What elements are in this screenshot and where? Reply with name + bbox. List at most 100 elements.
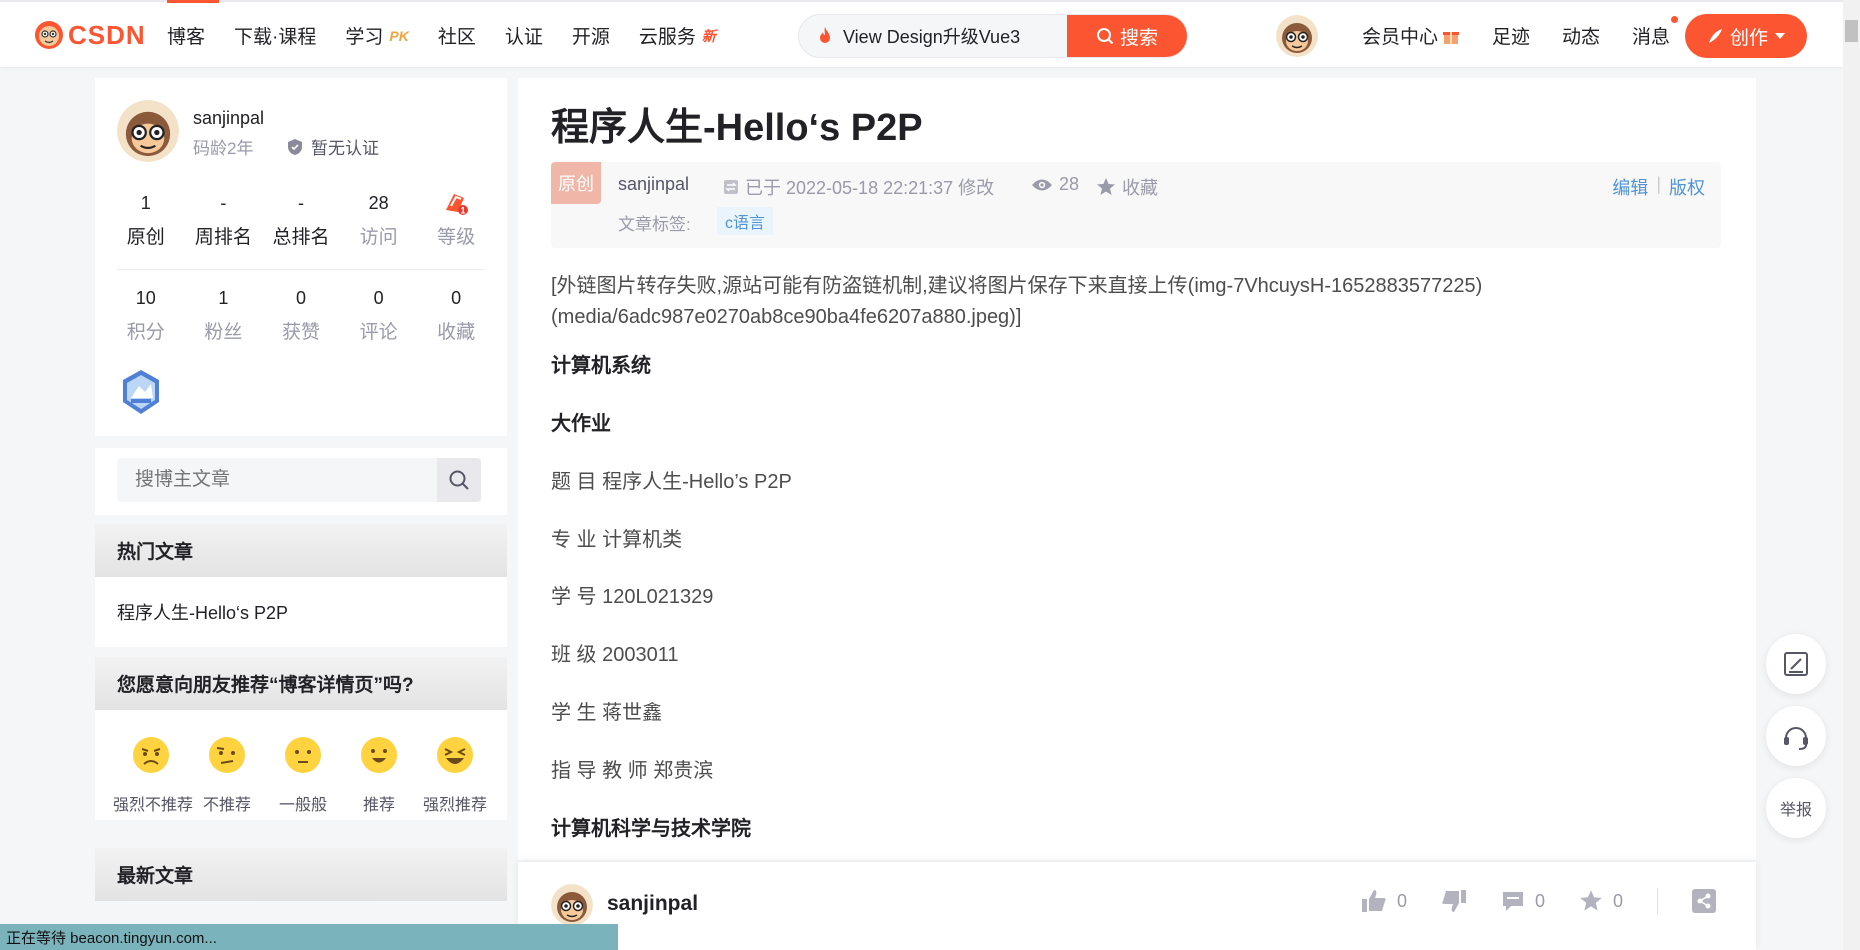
search-input[interactable]	[799, 15, 1067, 57]
article-bottom-toolbar: sanjinpal 0 0 0	[518, 862, 1756, 950]
create-label: 创作	[1729, 27, 1768, 49]
stat-original[interactable]: 1 原创	[107, 190, 185, 249]
profile-name[interactable]: sanjinpal	[193, 108, 264, 129]
stat-week-rank[interactable]: - 周排名	[185, 190, 263, 249]
recommend-header: 您愿意向朋友推荐“博客详情页”吗?	[95, 657, 507, 710]
recommend-option-label: 强烈不推荐	[113, 797, 194, 814]
nav-label: 认证	[504, 27, 543, 48]
content-paragraph: 学 号 120L021329	[551, 586, 714, 608]
profile-card: sanjinpal 码龄2年 暂无认证 1 原创 - 周排名 - 总排名 28 …	[95, 78, 507, 436]
content-paragraph: 题 目 程序人生-Hello’s P2P	[551, 471, 792, 493]
blogger-search-button[interactable]	[437, 458, 481, 502]
recommend-option-label: 强烈推荐	[422, 797, 487, 814]
profile-avatar[interactable]	[117, 100, 179, 162]
stat-label: 积分	[126, 322, 165, 343]
activity-link[interactable]: 动态	[1562, 22, 1600, 49]
hot-articles-list: 程序人生-Hello‘s P2P	[95, 577, 507, 647]
nav-item-download[interactable]: 下载·课程	[234, 22, 316, 49]
article-author-link[interactable]: sanjinpal	[618, 174, 689, 195]
new-badge: 新	[701, 27, 716, 44]
blogger-search-input[interactable]	[117, 458, 435, 502]
stat-fans[interactable]: 1 粉丝	[185, 285, 263, 344]
pk-badge: PK	[389, 27, 409, 44]
stat-total-rank[interactable]: - 总排名	[262, 190, 340, 249]
gift-icon	[1443, 31, 1460, 44]
footprint-label: 足迹	[1492, 27, 1531, 48]
recommend-option-neutral[interactable]: 一般般	[265, 736, 341, 815]
headset-icon	[1784, 727, 1808, 750]
nav-label: 云服务	[638, 27, 696, 48]
hot-article-link[interactable]: 程序人生-Hello‘s P2P	[117, 599, 288, 625]
level-1-icon: 1	[446, 194, 469, 216]
recommend-option-recommend[interactable]: 推荐	[341, 736, 417, 815]
content-paragraph: 学 生 蒋世鑫	[551, 702, 663, 724]
eye-icon	[1032, 179, 1052, 190]
nav-item-cert[interactable]: 认证	[505, 22, 543, 49]
messages-link[interactable]: 消息	[1632, 16, 1679, 49]
dislike-button[interactable]	[1441, 889, 1467, 913]
recommend-option-label: 一般般	[278, 797, 327, 814]
write-article-button[interactable]	[1766, 634, 1826, 694]
recommend-option-strongly[interactable]: 强烈推荐	[417, 736, 493, 815]
medal-badge[interactable]	[119, 368, 163, 416]
star-icon	[1097, 178, 1115, 195]
favorite-count: 0	[1612, 890, 1623, 911]
activity-label: 动态	[1562, 27, 1601, 48]
caret-down-icon	[1775, 33, 1785, 39]
content-heading: 计算机科学与技术学院	[551, 818, 751, 840]
article-actions: 0 0 0	[1327, 888, 1716, 914]
modified-text: 已于 2022-05-18 22:21:37 修改	[745, 178, 995, 198]
blogger-search	[117, 458, 481, 502]
thumbs-up-icon	[1361, 890, 1386, 912]
nav-label: 博客	[167, 27, 206, 48]
csdn-logo[interactable]: CSDN	[34, 19, 146, 51]
monkey-avatar-icon	[551, 884, 593, 926]
author-name[interactable]: sanjinpal	[607, 892, 698, 916]
nav-item-blog[interactable]: 博客	[167, 22, 205, 49]
member-center-link[interactable]: 会员中心	[1362, 22, 1460, 49]
nav-item-opensource[interactable]: 开源	[572, 22, 610, 49]
unread-dot	[1671, 16, 1679, 23]
share-button[interactable]	[1692, 889, 1716, 913]
recommend-option-strongly-not[interactable]: 强烈不推荐	[113, 736, 194, 815]
stat-level[interactable]: 1 等级	[417, 190, 495, 249]
scrollbar-thumb[interactable]	[1845, 20, 1858, 42]
comment-button[interactable]: 0	[1501, 890, 1545, 912]
content-heading: 大作业	[551, 413, 611, 435]
pen-icon	[1708, 29, 1722, 43]
report-button[interactable]: 举报	[1766, 778, 1826, 838]
copyright-link[interactable]: 版权	[1669, 174, 1705, 200]
search-icon	[1096, 28, 1114, 45]
action-separator: |	[1656, 174, 1661, 194]
page-scrollbar[interactable]	[1843, 0, 1860, 950]
stat-label: 获赞	[281, 322, 320, 343]
recommend-option-label: 推荐	[362, 797, 395, 814]
recommend-option-not[interactable]: 不推荐	[189, 736, 265, 815]
comment-count: 0	[1534, 890, 1545, 911]
create-button[interactable]: 创作	[1685, 14, 1807, 58]
article-meta: 原创 sanjinpal 已于 2022-05-18 22:21:37 修改 2…	[551, 162, 1721, 248]
like-button[interactable]: 0	[1361, 889, 1407, 913]
article-tag[interactable]: c语言	[717, 207, 774, 235]
nav-item-community[interactable]: 社区	[438, 22, 476, 49]
member-center-label: 会员中心	[1362, 27, 1439, 48]
stat-visits: 28 访问	[340, 190, 418, 249]
edit-link[interactable]: 编辑	[1612, 174, 1648, 200]
stat-value: -	[220, 192, 227, 213]
article-favorite-button[interactable]: 收藏	[1096, 174, 1158, 200]
logo-text: CSDN	[68, 19, 146, 50]
search-button[interactable]: 搜索	[1067, 15, 1187, 57]
user-avatar[interactable]	[1276, 15, 1318, 57]
favorite-button[interactable]: 0	[1579, 889, 1623, 913]
stats-row-secondary: 10 积分 1 粉丝 0 获赞 0 评论 0 收藏	[107, 285, 495, 344]
article-title: 程序人生-Hello‘s P2P	[551, 107, 923, 149]
stat-label: 收藏	[437, 322, 476, 343]
nav-item-cloud[interactable]: 云服务新	[639, 22, 716, 49]
content-paragraph: 班 级 2003011	[551, 644, 679, 666]
angry-face-icon	[133, 737, 169, 773]
nav-item-learn[interactable]: 学习 PK	[345, 22, 408, 49]
original-tag: 原创	[551, 162, 601, 204]
author-avatar[interactable]	[551, 884, 593, 926]
customer-service-button[interactable]	[1766, 706, 1826, 766]
footprint-link[interactable]: 足迹	[1492, 22, 1530, 49]
